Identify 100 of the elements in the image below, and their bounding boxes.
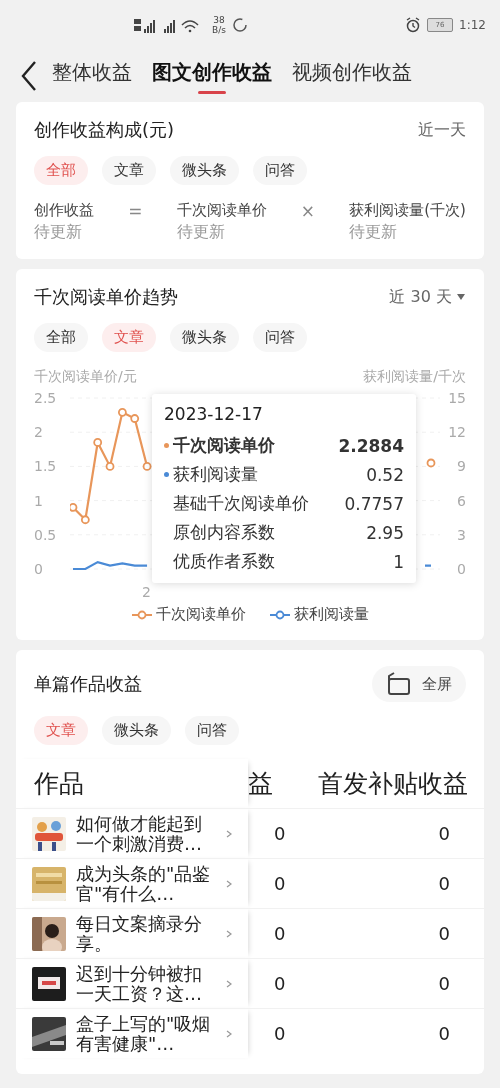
caret-icon [456, 293, 466, 301]
data-point [426, 458, 436, 468]
column-header: 作品 [16, 759, 248, 808]
header-tab[interactable]: 视频创作收益 [292, 58, 412, 94]
tooltip-value: 0.52 [366, 464, 404, 485]
formula-operator: × [300, 201, 316, 223]
axis-tick: 1 [34, 491, 43, 511]
filter-chip[interactable]: 微头条 [170, 323, 239, 352]
column-header: 益 [248, 768, 274, 800]
tooltip-label: 千次阅读单价 [173, 434, 275, 457]
filter-chip[interactable]: 文章 [102, 156, 156, 185]
chevron-icon [226, 879, 232, 888]
formula-value: 待更新 [176, 222, 226, 243]
filter-chip[interactable]: 问答 [253, 156, 307, 185]
data-point [70, 503, 78, 512]
axis-tick: 12 [448, 423, 466, 443]
axis-tick: 2 [142, 584, 151, 600]
loading-icon [231, 17, 248, 33]
chevron-icon [226, 979, 232, 988]
work-row[interactable]: 每日文案摘录分享。 [16, 908, 248, 958]
filter-chip[interactable]: 微头条 [102, 716, 171, 745]
chevron-icon [226, 929, 232, 938]
work-title: 每日文案摘录分享。 [76, 913, 203, 954]
data-point [105, 462, 115, 471]
header-tab[interactable]: 整体收益 [52, 58, 132, 94]
table-cell: 0 [314, 958, 484, 1008]
filter-chip[interactable]: 问答 [253, 323, 307, 352]
table-cell: 0 [248, 1008, 314, 1058]
axis-tick: 0 [457, 560, 466, 579]
data-point [93, 438, 103, 447]
work-title: 盒子上写的"吸烟有害健康"… [76, 1013, 212, 1054]
filter-chip[interactable]: 文章 [102, 323, 156, 352]
column-header: 首发补贴收益 [317, 768, 469, 800]
table-cell: 0 [248, 908, 314, 958]
clock-time: 1:12 [459, 18, 486, 32]
work-row[interactable]: 成为头条的"品鉴官"有什么… [16, 858, 248, 908]
work-row[interactable]: 盒子上写的"吸烟有害健康"… [16, 1008, 248, 1058]
table-cell: 0 [248, 858, 314, 908]
tooltip-value: 0.7757 [344, 493, 404, 514]
table-cell: 0 [314, 808, 484, 858]
formula-label: 获利阅读量(千次) [349, 201, 466, 220]
tooltip-label: 基础千次阅读单价 [173, 492, 309, 515]
axis-title: 千次阅读单价/元 [34, 368, 137, 386]
table-cell: 0 [314, 1008, 484, 1058]
axis-tick: 0.5 [34, 525, 57, 545]
card-title: 单篇作品收益 [34, 672, 142, 696]
filter-chip[interactable]: 文章 [34, 716, 88, 745]
legend-marker-icon [269, 609, 290, 620]
card-title: 创作收益构成(元) [34, 118, 175, 142]
axis-tick: 9 [457, 457, 466, 477]
tooltip-label: 原创内容系数 [173, 521, 275, 544]
network-speed: 38 B/s [212, 15, 226, 35]
data-point [117, 407, 127, 417]
legend-marker-icon [131, 609, 152, 620]
tooltip-label: 获利阅读量 [173, 463, 258, 486]
table-cell: 0 [248, 958, 314, 1008]
axis-tick: 15 [448, 389, 466, 408]
axis-tick: 2.5 [34, 389, 57, 408]
data-point [80, 515, 90, 525]
back-icon[interactable] [20, 60, 38, 92]
axis-tick: 6 [457, 491, 466, 511]
work-row[interactable]: 如何做才能起到一个刺激消费… [16, 808, 248, 858]
chevron-icon [226, 829, 232, 838]
rotate-screen-icon [386, 672, 412, 696]
formula-label: 千次阅读单价 [176, 201, 267, 220]
formula-operator: = [128, 201, 143, 223]
filter-chip[interactable]: 全部 [34, 323, 88, 352]
work-title: 迟到十分钟被扣一天工资？这… [76, 963, 203, 1004]
axis-tick: 2 [34, 423, 43, 443]
chevron-icon [226, 1029, 232, 1038]
formula-label: 创作收益 [34, 201, 94, 220]
axis-tick: 3 [457, 525, 466, 545]
filter-chip[interactable]: 问答 [185, 716, 239, 745]
fullscreen-button[interactable]: 全屏 [372, 666, 466, 702]
table-cell: 0 [248, 808, 314, 858]
tooltip-value: 2.95 [366, 522, 404, 543]
card-title: 千次阅读单价趋势 [34, 285, 178, 309]
table-cell: 0 [314, 858, 484, 908]
work-title: 成为头条的"品鉴官"有什么… [76, 863, 212, 904]
header-tab[interactable]: 图文创作收益 [152, 58, 272, 94]
table-cell: 0 [314, 908, 484, 958]
data-point [130, 414, 140, 423]
work-row[interactable]: 迟到十分钟被扣一天工资？这… [16, 958, 248, 1008]
formula-value: 待更新 [349, 222, 399, 243]
tooltip-value: 2.2884 [338, 435, 404, 456]
work-title: 如何做才能起到一个刺激消费… [76, 813, 203, 854]
axis-title: 获利阅读量/千次 [363, 368, 466, 386]
axis-tick: 0 [34, 560, 43, 579]
period-dropdown[interactable]: 近 30 天 [389, 286, 466, 308]
period-selector[interactable]: 近一天 [418, 119, 466, 141]
tooltip-value: 1 [393, 551, 404, 572]
filter-chip[interactable]: 微头条 [170, 156, 239, 185]
axis-tick: 1.5 [34, 457, 57, 477]
legend-label: 千次阅读单价 [155, 605, 246, 624]
legend-label: 获利阅读量 [293, 605, 369, 624]
alarm-icon [405, 17, 422, 33]
formula-value: 待更新 [34, 222, 83, 243]
filter-chip[interactable]: 全部 [34, 156, 88, 185]
tooltip-date: 2023-12-17 [164, 404, 264, 424]
tooltip-label: 优质作者系数 [173, 550, 275, 573]
